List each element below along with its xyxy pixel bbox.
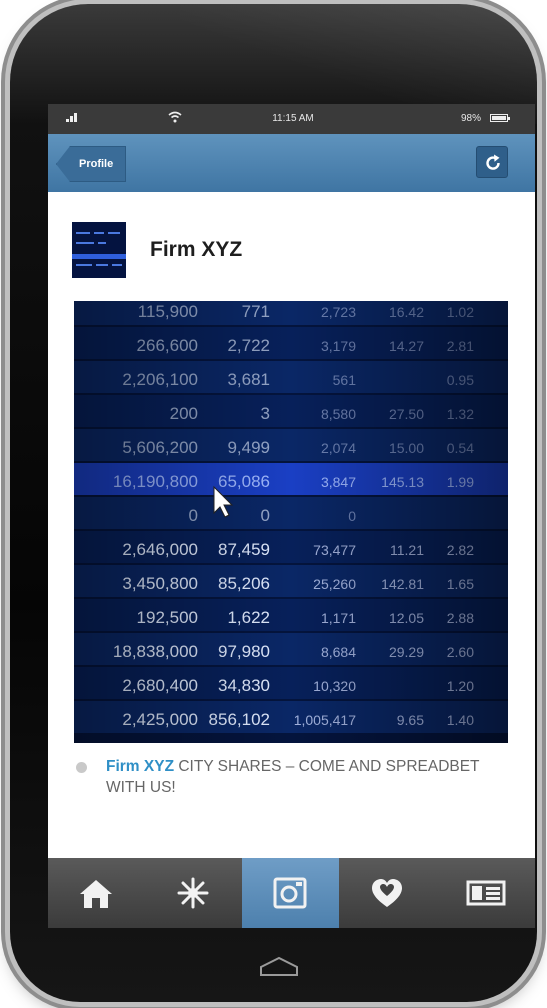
nav-bar: Profile [48,134,535,192]
back-button[interactable]: Profile [56,146,127,182]
battery-icon [490,114,510,122]
post-header: Firm XYZ [72,222,512,278]
wifi-icon [168,111,182,123]
star-icon [177,877,209,909]
heart-icon [372,879,402,907]
caption-text: Firm XYZ CITY SHARES – COME AND SPREADBE… [106,756,506,798]
screen: 11:15 AM 98% Profile Firm XYZ Firm XYZ C… [48,104,535,928]
profile-card-icon [466,880,506,906]
refresh-button[interactable] [476,146,508,178]
camera-icon [273,877,307,909]
tab-bar [48,858,535,928]
tab-home[interactable] [48,858,145,928]
author-avatar[interactable] [72,222,126,278]
battery-fill [492,116,506,120]
status-bar: 11:15 AM 98% [48,104,535,134]
post-photo[interactable]: 115,9007712,72316.421.02266,6002,7223,17… [74,301,508,743]
status-time: 11:15 AM [272,113,314,124]
refresh-icon [486,154,500,170]
stock-table-image: 115,9007712,72316.421.02266,6002,7223,17… [74,301,508,743]
signal-icon [66,113,77,122]
caption-author-link[interactable]: Firm XYZ [106,758,174,775]
tab-profile[interactable] [436,858,533,928]
tab-favorites[interactable] [339,858,436,928]
home-icon [80,880,112,908]
phone-frame: 11:15 AM 98% Profile Firm XYZ Firm XYZ C… [10,4,537,1002]
tab-explore[interactable] [145,858,242,928]
device-home-button[interactable] [259,955,299,977]
tab-camera[interactable] [242,858,339,928]
battery-percent: 98% [461,113,482,124]
author-name[interactable]: Firm XYZ [150,238,242,262]
bullet-icon [76,762,87,773]
